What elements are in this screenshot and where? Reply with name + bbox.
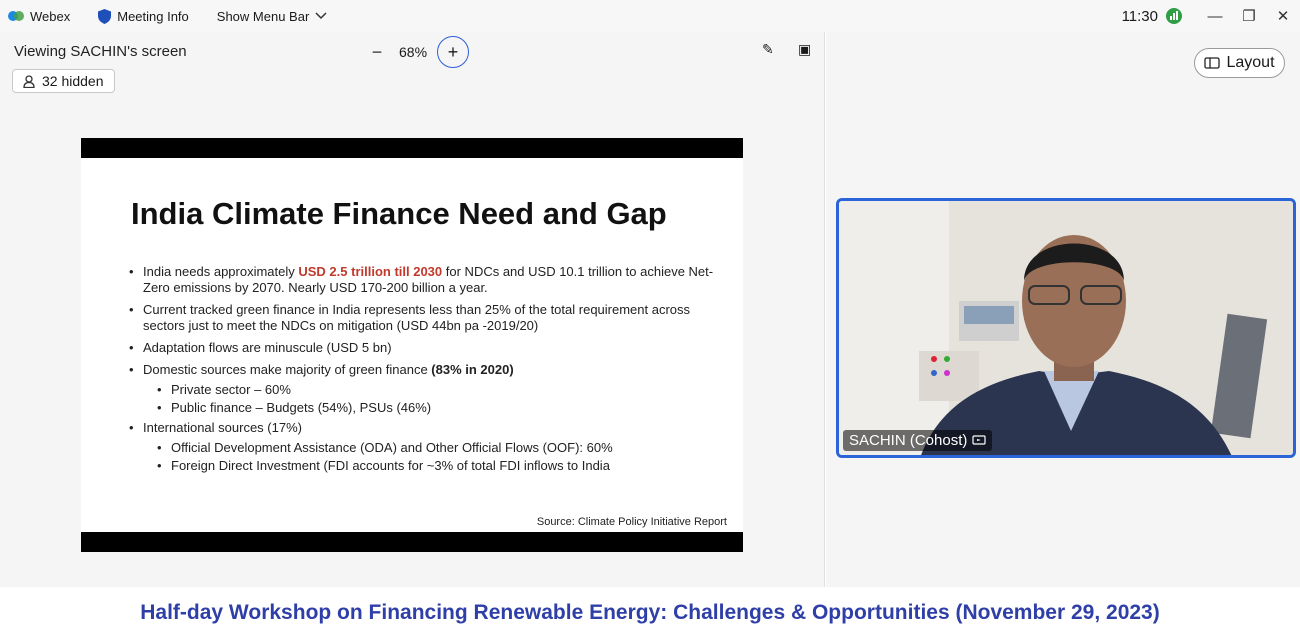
hidden-participants-button[interactable]: 32 hidden (12, 69, 115, 93)
bullet-item: • India needs approximately USD 2.5 trill… (129, 264, 714, 295)
zoom-level: 68% (399, 44, 428, 60)
share-screen-icon (972, 435, 986, 445)
bullet-item: • International sources (17%) (129, 420, 302, 435)
slide-source: Source: Climate Policy Initiative Report (536, 516, 727, 528)
zoom-in-button[interactable]: + (437, 36, 470, 68)
shared-screen-stage: Viewing SACHIN's screen − 68% + ✎ ▣ 32 h… (0, 32, 825, 587)
viewing-label: Viewing SACHIN's screen (14, 43, 187, 60)
share-toolbar: Viewing SACHIN's screen − 68% + ✎ ▣ (0, 32, 825, 70)
bullet-item: • Current tracked green finance in India … (129, 302, 691, 333)
chevron-down-icon (315, 12, 327, 20)
sub-bullet-item: • Foreign Direct Investment (FDI accounts… (157, 458, 610, 473)
meeting-info-label: Meeting Info (117, 8, 189, 24)
video-feed-image (839, 201, 1293, 455)
slide-top-bar (81, 138, 743, 158)
participant-name-tag: SACHIN (Cohost) (843, 430, 993, 451)
zoom-controls: − 68% + (365, 36, 470, 68)
close-button[interactable]: ✕ (1266, 7, 1300, 25)
title-bar: Webex Meeting Info Show Menu Bar 11:30 —… (0, 0, 1300, 32)
app-name: Webex (30, 8, 71, 24)
sub-bullet-item: • Private sector – 60% (157, 382, 291, 397)
zoom-out-button[interactable]: − (365, 40, 389, 64)
layout-button[interactable]: Layout (1194, 48, 1285, 78)
sub-bullet-item: • Public finance – Budgets (54%), PSUs (4… (157, 400, 432, 415)
show-menu-bar-button[interactable]: Show Menu Bar (217, 9, 328, 24)
slide-title: India Climate Finance Need and Gap (131, 196, 667, 231)
presentation-slide: India Climate Finance Need and Gap • Indi… (81, 138, 743, 552)
clock: 11:30 (1121, 7, 1158, 25)
participant-video[interactable]: SACHIN (Cohost) (836, 198, 1296, 458)
hidden-count: 32 hidden (42, 73, 104, 89)
slide-bullets: • India needs approximately USD 2.5 trill… (129, 264, 729, 478)
restore-button[interactable]: ❐ (1232, 7, 1266, 25)
bullet-item: • Domestic sources make majority of green… (129, 362, 514, 377)
workshop-caption: Half-day Workshop on Financing Renewable… (0, 588, 1300, 643)
meeting-info-button[interactable]: Meeting Info (98, 8, 189, 24)
shield-icon (98, 8, 112, 24)
minimize-button[interactable]: — (1198, 8, 1232, 25)
participant-name: SACHIN (Cohost) (849, 432, 968, 449)
bullet-item: • Adaptation flows are minuscule (USD 5 b… (129, 340, 392, 355)
slide-bottom-bar (81, 532, 743, 552)
annotate-icon[interactable]: ✎ (762, 41, 774, 58)
pop-out-share-icon[interactable]: ▣ (798, 41, 811, 58)
webex-logo-icon (8, 11, 24, 21)
layout-icon (1204, 57, 1221, 69)
person-icon (23, 74, 35, 88)
webex-app-menu[interactable]: Webex (8, 9, 70, 24)
layout-label: Layout (1226, 54, 1275, 71)
sub-bullet-item: • Official Development Assistance (ODA) a… (157, 440, 613, 455)
show-menu-bar-label: Show Menu Bar (216, 8, 310, 24)
network-signal-icon[interactable] (1166, 8, 1182, 24)
